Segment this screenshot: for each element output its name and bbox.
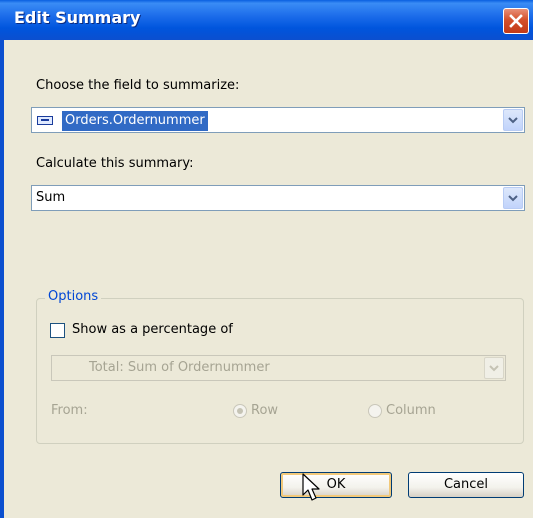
field-label: Choose the field to summarize:	[36, 78, 240, 93]
arrow-cursor-icon	[302, 473, 320, 501]
percentage-of-value: Total: Sum of Ordernummer	[89, 360, 270, 375]
percentage-of-select: Total: Sum of Ordernummer	[51, 355, 506, 381]
cancel-button[interactable]: Cancel	[408, 472, 524, 498]
show-percentage-checkbox[interactable]	[50, 323, 65, 338]
summary-dropdown-button[interactable]	[503, 187, 523, 209]
close-icon	[509, 14, 523, 28]
dialog-title: Edit Summary	[14, 8, 141, 27]
field-dropdown-button[interactable]	[503, 109, 523, 131]
options-legend: Options	[45, 289, 102, 304]
column-radio-label: Column	[386, 403, 436, 418]
from-label: From:	[51, 403, 88, 418]
row-radio-label: Row	[251, 403, 279, 418]
chevron-down-icon	[508, 117, 518, 124]
percentage-dropdown-button	[484, 357, 504, 379]
row-radio	[233, 404, 247, 418]
field-select[interactable]: Orders.Ordernummer	[31, 107, 525, 133]
chevron-down-icon	[489, 365, 499, 372]
column-radio	[368, 404, 382, 418]
show-percentage-label[interactable]: Show as a percentage of	[72, 322, 233, 337]
edit-summary-dialog: Edit Summary Choose the field to summari…	[0, 0, 533, 518]
ok-button[interactable]: OK	[280, 472, 392, 498]
close-button[interactable]	[503, 8, 529, 34]
chevron-down-icon	[508, 195, 518, 202]
summary-select[interactable]: Sum	[31, 185, 525, 211]
title-bar[interactable]: Edit Summary	[0, 0, 533, 40]
summary-label: Calculate this summary:	[36, 156, 194, 171]
field-select-value: Orders.Ordernummer	[62, 111, 208, 131]
summary-select-value: Sum	[36, 190, 66, 205]
database-field-icon	[37, 116, 53, 125]
window-border	[0, 40, 4, 518]
